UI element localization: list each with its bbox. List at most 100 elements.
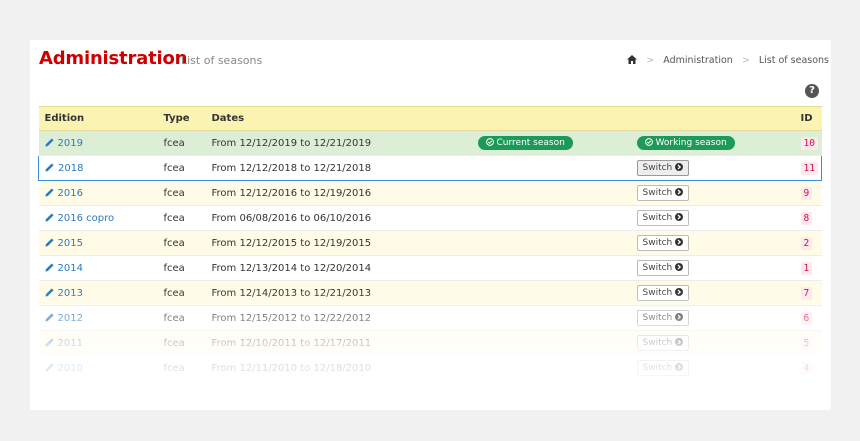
cell-working: Switch — [630, 155, 795, 181]
id-badge: 7 — [800, 286, 813, 300]
column-header-type[interactable]: Type — [157, 106, 206, 131]
switch-button[interactable]: Switch — [636, 185, 690, 201]
edition-label: 2011 — [57, 337, 83, 349]
cell-edition: 2018 — [38, 155, 158, 181]
cell-current — [471, 230, 631, 256]
column-header-dates[interactable]: Dates — [205, 106, 472, 131]
cell-edition: 2011 — [38, 330, 158, 356]
cell-dates: From 12/14/2013 to 12/21/2013 — [205, 280, 472, 306]
cell-type: fcea — [157, 155, 206, 181]
cell-id: 6 — [794, 305, 822, 331]
id-badge: 10 — [800, 136, 818, 150]
arrow-circle-right-icon — [675, 313, 684, 321]
switch-label: Switch — [642, 238, 673, 248]
switch-button[interactable]: Switch — [636, 210, 690, 226]
cell-edition: 2010 — [38, 355, 158, 381]
cell-id: 10 — [794, 130, 822, 156]
breadcrumb-separator: > — [741, 55, 750, 66]
id-badge: 5 — [800, 336, 813, 350]
arrow-circle-right-icon — [675, 238, 684, 246]
cell-type: fcea — [157, 355, 206, 381]
arrow-circle-right-icon — [675, 163, 684, 171]
cell-dates: From 12/13/2014 to 12/20/2014 — [205, 255, 472, 281]
switch-button[interactable]: Switch — [636, 160, 690, 176]
table-row: 2018 fcea From 12/12/2018 to 12/21/2018 Swi… — [38, 155, 822, 181]
page-subtitle: List of seasons — [181, 54, 263, 67]
edit-edition-link[interactable]: 2016 — [44, 188, 83, 199]
arrow-circle-right-icon — [675, 288, 684, 296]
id-badge: 4 — [800, 361, 813, 375]
cell-working: Switch — [630, 180, 795, 206]
edit-edition-link[interactable]: 2014 — [44, 263, 83, 274]
cell-current — [471, 305, 631, 331]
id-badge: 9 — [800, 186, 813, 200]
cell-type: fcea — [157, 130, 206, 156]
cell-id: 9 — [794, 180, 822, 206]
breadcrumb-item-administration[interactable]: Administration — [663, 55, 733, 66]
switch-label: Switch — [642, 213, 673, 223]
cell-working: Working season — [630, 130, 795, 156]
edit-edition-link[interactable]: 2015 — [44, 237, 83, 249]
cell-working: Switch — [630, 355, 795, 381]
breadcrumb: > Administration > List of seasons — [627, 55, 829, 66]
switch-button[interactable]: Switch — [636, 360, 690, 376]
working-season-badge: Working season — [636, 136, 735, 150]
cell-current — [471, 180, 631, 206]
edition-label: 2015 — [57, 237, 83, 249]
column-header-edition[interactable]: Edition — [38, 106, 158, 131]
pencil-icon — [44, 212, 54, 222]
table-row: 2016 fcea From 12/12/2016 to 12/19/2016 Swi… — [38, 180, 822, 206]
cell-id: 1 — [794, 255, 822, 281]
cell-id: 11 — [794, 155, 822, 181]
switch-label: Switch — [642, 263, 673, 273]
cell-dates: From 12/11/2010 to 12/18/2010 — [205, 355, 472, 381]
cell-working: Switch — [630, 330, 795, 356]
cell-edition: 2013 — [38, 280, 158, 306]
table-row: 2013 fcea From 12/14/2013 to 12/21/2013 Swi… — [38, 280, 822, 306]
cell-current — [471, 280, 631, 306]
cell-working: Switch — [630, 230, 795, 256]
cell-dates: From 12/15/2012 to 12/22/2012 — [205, 305, 472, 331]
switch-button[interactable]: Switch — [636, 260, 690, 276]
edit-edition-link[interactable]: 2012 — [44, 313, 83, 324]
content-panel: Administration List of seasons > Adminis… — [30, 40, 831, 410]
switch-label: Switch — [642, 163, 673, 173]
edit-edition-link[interactable]: 2019 — [44, 137, 83, 149]
switch-label: Switch — [642, 188, 673, 198]
cell-id: 8 — [794, 205, 822, 231]
cell-working: Switch — [630, 255, 795, 281]
breadcrumb-separator: > — [646, 55, 655, 66]
cell-id: 5 — [794, 330, 822, 356]
cell-current — [471, 255, 631, 281]
column-header-working — [630, 106, 795, 131]
help-icon[interactable]: ? — [805, 84, 819, 98]
switch-button[interactable]: Switch — [636, 285, 690, 301]
arrow-circle-right-icon — [675, 188, 684, 196]
cell-type: fcea — [157, 205, 206, 231]
cell-type: fcea — [157, 180, 206, 206]
switch-button[interactable]: Switch — [636, 235, 690, 251]
edit-edition-link[interactable]: 2018 — [45, 163, 83, 174]
pencil-icon — [44, 287, 54, 297]
cell-dates: From 06/08/2016 to 06/10/2016 — [205, 205, 472, 231]
edit-edition-link[interactable]: 2016 copro — [44, 212, 114, 224]
home-icon[interactable] — [627, 55, 638, 64]
edit-edition-link[interactable]: 2011 — [44, 337, 83, 349]
column-header-id[interactable]: ID — [794, 106, 822, 131]
switch-button[interactable]: Switch — [636, 335, 690, 351]
table-row: 2015 fcea From 12/12/2015 to 12/19/2015 Swi… — [38, 230, 822, 256]
cell-working: Switch — [630, 305, 795, 331]
cell-current — [471, 355, 631, 381]
pencil-icon — [44, 237, 54, 247]
edit-edition-link[interactable]: 2013 — [44, 287, 83, 299]
edit-edition-link[interactable]: 2010 — [44, 363, 83, 374]
table-row: 2011 fcea From 12/10/2011 to 12/17/2011 Swi… — [38, 330, 822, 356]
edition-label: 2019 — [57, 137, 83, 149]
column-header-current — [471, 106, 631, 131]
table-row: 2019 fcea From 12/12/2019 to 12/21/2019 Cur… — [38, 130, 822, 156]
cell-current — [471, 205, 631, 231]
switch-button[interactable]: Switch — [636, 310, 690, 326]
pencil-icon — [44, 337, 54, 347]
cell-type: fcea — [157, 305, 206, 331]
cell-type: fcea — [157, 255, 206, 281]
